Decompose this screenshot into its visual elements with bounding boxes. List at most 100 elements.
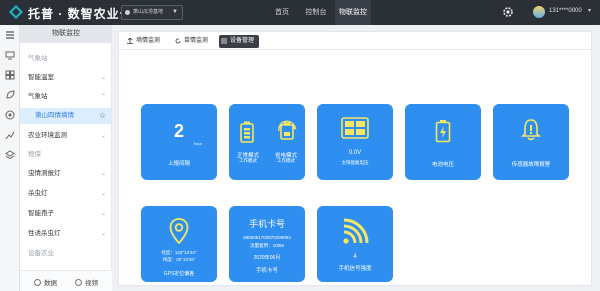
- data-button-label: 数据: [44, 280, 57, 287]
- sim-expire: 2029年06月: [253, 255, 281, 261]
- upload-interval-card[interactable]: 2 hour 上报间隔: [141, 104, 217, 180]
- location-pin-icon: [169, 218, 189, 244]
- main-content: 墒情监测 苗情监测 设备管理 2 hour 上报间隔 正常模式 工作模式 省电模…: [118, 31, 592, 286]
- sidebar-item-greenhouse[interactable]: 智能温室 ⌄: [20, 70, 112, 86]
- gps-longitude: 经度：120°14'34": [161, 250, 197, 255]
- list-icon: [221, 38, 227, 44]
- nav-iot-monitor[interactable]: 物联监控: [335, 0, 371, 25]
- nav-console[interactable]: 控制台: [299, 0, 333, 25]
- video-icon: [75, 279, 82, 286]
- sidebar-group-label: 气象站: [28, 55, 48, 62]
- sidebar-group-plant-protection: 物保: [20, 147, 112, 163]
- sidebar-item-insect-killer[interactable]: 杀虫灯 ⌄: [20, 186, 112, 202]
- battery-voltage-label: 电池电压: [431, 162, 454, 168]
- sidebar-item-label: 杀虫灯: [28, 190, 48, 197]
- tab-soil-monitor[interactable]: 墒情监测: [125, 35, 160, 48]
- sidebar: 物联监控 气象站 智能温室 ⌄ 气象站 ⌃ 萧山四情墒情 ☆ 农业环境监测 ⌄ 物保 虫…: [20, 25, 112, 291]
- solar-panel-icon: [341, 117, 369, 139]
- layers-icon[interactable]: [5, 150, 15, 160]
- saver-mode-sub: 工作模式: [277, 158, 295, 163]
- sidebar-group-facility: 设备农业: [20, 246, 112, 262]
- sidebar-item-weather-station[interactable]: 气象站 ⌃: [20, 89, 112, 105]
- top-bar: 托普 · 数智农业云 萧山瓜涝基地 ▼ 首页 控制台 物联监控 131****0…: [0, 0, 600, 25]
- upload-icon: [127, 38, 133, 44]
- refresh-icon: [175, 38, 181, 44]
- chevron-down-icon: ⌄: [100, 75, 106, 81]
- battery-voltage-card[interactable]: 电池电压: [405, 104, 481, 180]
- sidebar-item-pest-light[interactable]: 虫情测报灯 ⌄: [20, 166, 112, 182]
- chevron-down-icon: ⌄: [100, 191, 106, 197]
- sidebar-item-spore[interactable]: 智能孢子 ⌄: [20, 206, 112, 222]
- sidebar-item-label: 智能温室: [28, 74, 54, 81]
- upload-interval-label: 上报间隔: [167, 161, 190, 167]
- tab-bar: 墒情监测 苗情监测 设备管理: [119, 32, 591, 50]
- user-name[interactable]: 131****0000: [549, 8, 582, 14]
- chevron-down-icon: ⌄: [100, 171, 106, 177]
- upload-interval-value: 2: [173, 121, 184, 141]
- user-chevron-down-icon[interactable]: ▾: [588, 7, 591, 14]
- sidebar-item-label: 萧山四情墒情: [35, 112, 74, 119]
- tab-device-management[interactable]: 设备管理: [219, 35, 260, 48]
- avatar[interactable]: [533, 6, 545, 18]
- target-icon[interactable]: [5, 110, 15, 120]
- upload-interval-unit: hour: [193, 141, 202, 146]
- tab-seedling-monitor[interactable]: 苗情监测: [173, 35, 208, 48]
- solar-voltage-card[interactable]: 0.0V 太阳能板电压: [317, 104, 393, 180]
- data-button[interactable]: 数据: [34, 277, 57, 287]
- brand-logo-icon: [9, 5, 23, 19]
- gps-card[interactable]: 经度：120°14'34" 纬度：30°13'26" GPS定位偏差: [141, 206, 217, 282]
- monitor-icon[interactable]: [5, 50, 15, 60]
- sensor-alarm-label: 传感器故障报警: [511, 162, 551, 168]
- sidebar-item-label: 虫情测报灯: [28, 170, 61, 177]
- grid-icon[interactable]: [5, 70, 15, 80]
- sidebar-item-sex-lure[interactable]: 性诱杀虫灯 ⌄: [20, 226, 112, 242]
- alarm-bell-icon: [521, 119, 541, 141]
- sim-card-card[interactable]: 手机卡号 8986061703870299993 流量套用：100M 2029年…: [229, 206, 305, 282]
- gps-label: GPS定位偏差: [163, 271, 195, 277]
- base-select-value: 萧山瓜涝基地: [133, 9, 164, 15]
- sim-title: 手机卡号: [248, 219, 285, 229]
- chevron-down-icon: ⌄: [100, 231, 106, 237]
- sim-label: 手机卡号: [255, 268, 278, 274]
- signal-strength-label: 手机信号强度: [338, 266, 372, 272]
- chart-icon[interactable]: [5, 130, 15, 140]
- tab-label: 苗情监测: [184, 38, 209, 44]
- chevron-down-icon: ▼: [172, 9, 178, 15]
- tab-label: 设备管理: [230, 38, 255, 44]
- battery-charging-icon: [435, 120, 451, 143]
- work-mode-card[interactable]: 正常模式 工作模式 省电模式 工作模式: [229, 104, 305, 180]
- sidebar-item-xiaoshan-soil[interactable]: 萧山四情墒情 ☆: [20, 108, 112, 124]
- chevron-down-icon: ⌄: [100, 211, 106, 217]
- video-button-label: 视频: [85, 280, 98, 287]
- sidebar-title: 物联监控: [20, 25, 112, 43]
- video-button[interactable]: 视频: [75, 277, 98, 287]
- battery-saver-icon: [278, 120, 297, 140]
- signal-strength-card[interactable]: 4 手机信号强度: [317, 206, 393, 282]
- sidebar-item-label: 智能孢子: [28, 210, 54, 217]
- sidebar-bottom-bar: 数据 视频: [20, 270, 112, 291]
- leaf-icon[interactable]: [5, 90, 15, 100]
- solar-voltage-label: 太阳能板电压: [341, 160, 369, 165]
- tab-label: 墒情监测: [136, 38, 161, 44]
- menu-icon[interactable]: [5, 30, 15, 40]
- sim-number: 8986061703870299993: [243, 235, 291, 240]
- sensor-alarm-card[interactable]: 传感器故障报警: [493, 104, 569, 180]
- sidebar-group-label: 设备农业: [28, 250, 54, 257]
- sidebar-item-label: 性诱杀虫灯: [28, 230, 61, 237]
- data-icon: [34, 279, 41, 286]
- base-select[interactable]: 萧山瓜涝基地 ▼: [121, 5, 183, 20]
- star-icon[interactable]: ☆: [99, 108, 106, 124]
- sidebar-item-label: 气象站: [28, 93, 48, 100]
- solar-voltage-value: 0.0V: [348, 150, 362, 156]
- chevron-up-icon: ⌃: [100, 94, 106, 100]
- location-pin-icon: [125, 10, 130, 15]
- gps-latitude: 纬度：30°13'26": [162, 257, 196, 262]
- signal-wifi-icon: [343, 218, 369, 244]
- chevron-down-icon: ⌄: [100, 133, 106, 139]
- settings-gear-icon[interactable]: [502, 6, 514, 18]
- sidebar-group-label: 物保: [28, 151, 41, 158]
- sidebar-item-env-monitor[interactable]: 农业环境监测 ⌄: [20, 128, 112, 144]
- battery-full-icon: [240, 121, 254, 143]
- brand-title: 托普 · 数智农业云: [28, 7, 133, 21]
- nav-home[interactable]: 首页: [267, 0, 297, 25]
